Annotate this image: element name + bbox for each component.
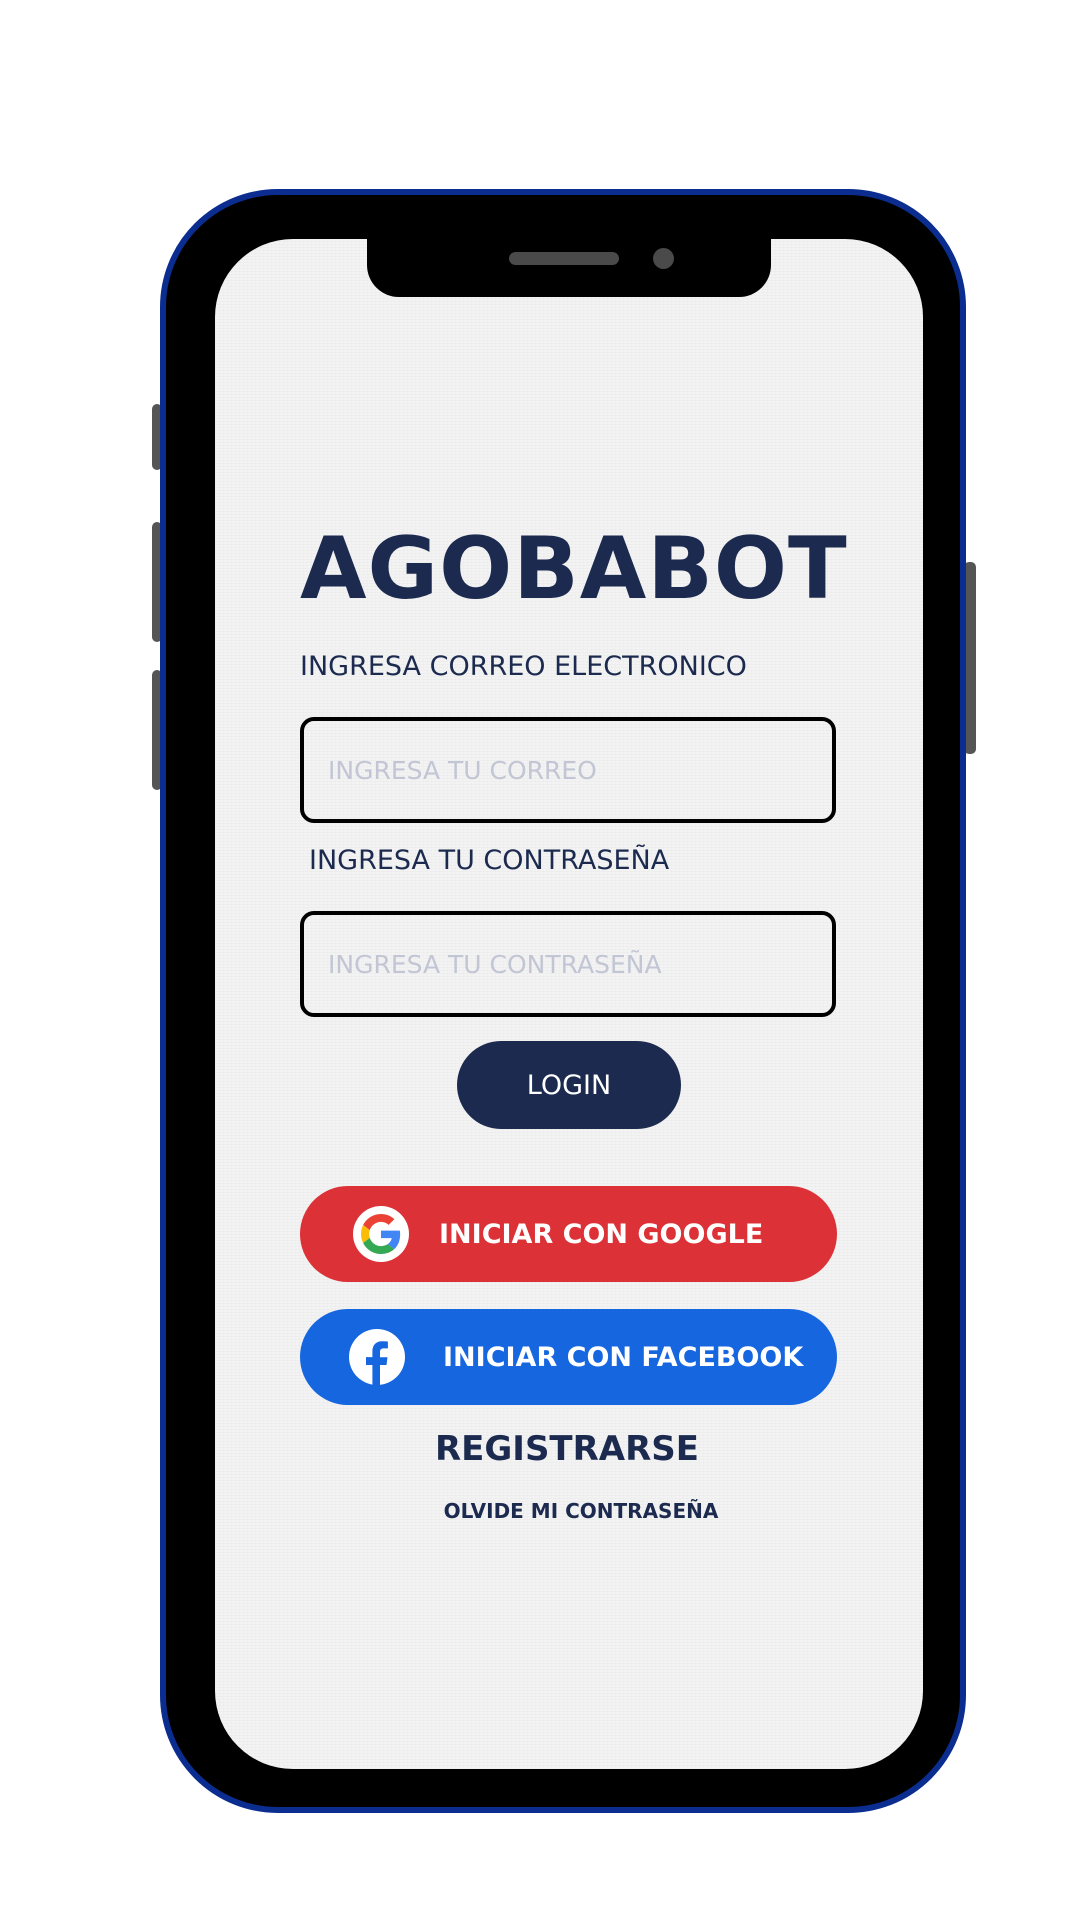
facebook-login-label: INICIAR CON FACEBOOK — [443, 1341, 804, 1373]
forgot-password-link[interactable]: OLVIDE MI CONTRASEÑA — [227, 1499, 923, 1523]
speaker-grille — [509, 252, 619, 265]
password-label: INGRESA TU CONTRASEÑA — [309, 845, 670, 876]
google-icon — [353, 1206, 409, 1262]
register-link[interactable]: REGISTRARSE — [215, 1429, 921, 1469]
email-label: INGRESA CORREO ELECTRONICO — [300, 651, 747, 682]
facebook-login-button[interactable]: INICIAR CON FACEBOOK — [300, 1309, 837, 1405]
phone-notch — [367, 239, 771, 297]
phone-mockup-stage: AGOBABOT INGRESA CORREO ELECTRONICO INGR… — [0, 0, 1080, 1920]
app-title: AGOBABOT — [300, 519, 848, 619]
google-login-button[interactable]: INICIAR CON GOOGLE — [300, 1186, 837, 1282]
phone-frame: AGOBABOT INGRESA CORREO ELECTRONICO INGR… — [160, 189, 966, 1813]
google-login-label: INICIAR CON GOOGLE — [439, 1218, 764, 1250]
login-button[interactable]: LOGIN — [457, 1041, 681, 1129]
facebook-icon — [349, 1329, 405, 1385]
email-field[interactable] — [300, 717, 836, 823]
front-camera — [653, 248, 674, 269]
password-field[interactable] — [300, 911, 836, 1017]
phone-screen: AGOBABOT INGRESA CORREO ELECTRONICO INGR… — [215, 239, 923, 1769]
